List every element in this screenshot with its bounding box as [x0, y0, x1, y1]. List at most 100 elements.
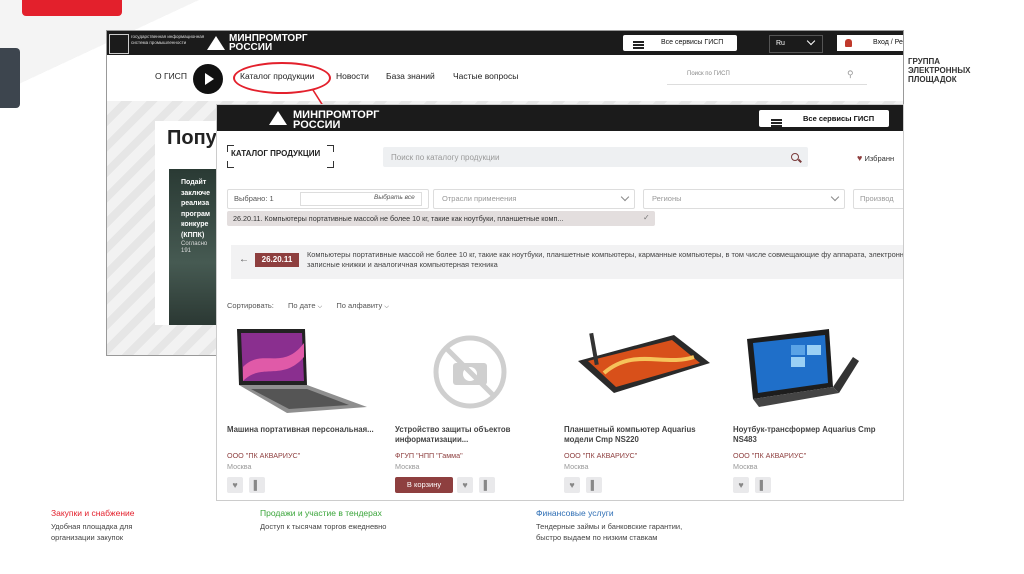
footer-text-line: Тендерные займы и банковские гарантии, — [536, 522, 683, 531]
footer-text: Доступ к тысячам торгов ежедневно — [260, 521, 386, 532]
site-search-input[interactable]: Поиск по ГИСП ⚲ — [667, 68, 867, 85]
user-icon — [845, 39, 852, 47]
convertible-laptop-image — [747, 329, 859, 407]
product-city: Москва — [733, 462, 758, 471]
top-bar: государственная информационная система п… — [107, 31, 903, 55]
favorite-heart-icon[interactable]: ♥ — [733, 477, 749, 493]
regions-filter-label: Регионы — [652, 194, 682, 203]
minpromtorg-logo-text: МИНПРОМТОРГ РОССИИ — [293, 110, 379, 131]
okpd-filter[interactable]: Выбрано: 1 Выбрать все — [227, 189, 429, 209]
footer-title[interactable]: Закупки и снабжение — [51, 508, 135, 518]
chevron-down-icon: ⌵ — [317, 304, 323, 310]
product-title[interactable]: Ноутбук-трансформер Aquarius Cmp NS483 — [733, 425, 883, 445]
menu-icon — [633, 42, 654, 49]
slide-side-tab — [0, 48, 20, 108]
nav-knowledge-base[interactable]: База знаний — [386, 71, 435, 81]
sort-by-date[interactable]: По дате ⌵ — [288, 301, 322, 310]
check-icon[interactable]: ✓ — [643, 213, 650, 222]
footer-title[interactable]: Продажи и участие в тендерах — [260, 508, 386, 518]
catalog-title[interactable]: КАТАЛОГ ПРОДУКЦИИ — [227, 145, 335, 168]
compare-chart-icon[interactable]: ▌ — [479, 477, 495, 493]
product-card[interactable]: Планшетный компьютер Aquarius модели Cmp… — [564, 327, 724, 497]
product-vendor[interactable]: ООО "ПК АКВАРИУС" — [227, 451, 300, 460]
play-video-button[interactable] — [193, 64, 223, 94]
search-icon[interactable] — [791, 153, 799, 161]
select-all-button[interactable]: Выбрать все — [374, 194, 415, 201]
footer-text: Тендерные займы и банковские гарантии, б… — [536, 521, 682, 543]
catalog-title-text: КАТАЛОГ ПРОДУКЦИИ — [231, 149, 321, 158]
favorite-heart-icon[interactable]: ♥ — [564, 477, 580, 493]
language-select[interactable]: Ru — [769, 35, 823, 53]
footer-column-procurement: Закупки и снабжение Удобная площадка для… — [51, 508, 135, 543]
application-filter[interactable]: Отрасли применения — [433, 189, 635, 209]
brand-caption-line: ПЛОЩАДОК — [908, 75, 957, 84]
search-icon[interactable]: ⚲ — [847, 69, 854, 80]
sort-row: Сортировать: По дате ⌵ По алфавиту ⌵ — [227, 301, 389, 311]
product-vendor[interactable]: ООО "ПК АКВАРИУС" — [733, 451, 806, 460]
product-city: Москва — [395, 462, 420, 471]
footer-column-finance: Финансовые услуги Тендерные займы и банк… — [536, 508, 682, 543]
all-services-label: Все сервисы ГИСП — [803, 114, 875, 123]
regions-filter[interactable]: Регионы — [643, 189, 845, 209]
heart-icon: ♥ — [857, 153, 863, 163]
news-subtext: Согласно 191 — [181, 241, 207, 255]
all-services-button[interactable]: Все сервисы ГИСП — [623, 35, 737, 51]
nav-faq[interactable]: Частые вопросы — [453, 71, 518, 81]
language-value: Ru — [776, 40, 785, 47]
add-to-cart-button[interactable]: В корзину — [395, 477, 453, 493]
login-button[interactable]: Вход / Ре — [837, 35, 903, 51]
catalog-search-placeholder: Поиск по каталогу продукции — [391, 153, 500, 162]
nav-news[interactable]: Новости — [336, 71, 369, 81]
minpromtorg-logo-icon — [207, 36, 225, 50]
compare-chart-icon[interactable]: ▌ — [249, 477, 265, 493]
compare-chart-icon[interactable]: ▌ — [755, 477, 771, 493]
product-city: Москва — [564, 462, 589, 471]
gisp-logo-icon[interactable] — [109, 34, 129, 54]
news-sub-line: 191 — [181, 248, 192, 254]
news-sub-line: Согласно — [181, 241, 208, 247]
footer-title[interactable]: Финансовые услуги — [536, 508, 682, 518]
application-filter-label: Отрасли применения — [442, 194, 517, 203]
compare-chart-icon[interactable]: ▌ — [586, 477, 602, 493]
sort-label: Сортировать: — [227, 301, 274, 310]
minpromtorg-logo-icon — [269, 111, 287, 125]
category-breadcrumb: ← 26.20.11 Компьютеры портативные массой… — [231, 245, 903, 279]
product-card[interactable]: Машина портативная персональная... ООО "… — [227, 327, 387, 497]
login-label: Вход / Ре — [873, 39, 903, 46]
favorites-link[interactable]: ♥ Избранн — [857, 153, 894, 163]
slide-red-tab — [22, 0, 122, 16]
chevron-down-icon — [830, 192, 840, 202]
producers-filter-label: Производ — [860, 194, 894, 203]
no-photo-icon — [433, 335, 507, 409]
minpromtorg-logo-text: МИНПРОМТОРГ РОССИИ — [229, 34, 308, 53]
brand-caption: ГРУППА ЭЛЕКТРОННЫХ ПЛОЩАДОК — [908, 57, 988, 84]
selected-okpd-chip[interactable]: 26.20.11. Компьютеры портативные массой … — [227, 211, 655, 226]
catalog-highlight-oval — [233, 62, 331, 94]
all-services-button[interactable]: Все сервисы ГИСП — [759, 110, 889, 127]
sort-by-alpha[interactable]: По алфавиту ⌵ — [336, 301, 389, 310]
product-vendor[interactable]: ООО "ПК АКВАРИУС" — [564, 451, 637, 460]
catalog-search-input[interactable]: Поиск по каталогу продукции — [383, 147, 808, 167]
producers-filter[interactable]: Производ — [853, 189, 903, 209]
product-title[interactable]: Планшетный компьютер Aquarius модели Cmp… — [564, 425, 714, 445]
all-services-label: Все сервисы ГИСП — [661, 39, 724, 46]
product-card[interactable]: Устройство защиты объектов информатизаци… — [395, 327, 555, 497]
favorites-label: Избранн — [864, 154, 895, 163]
footer-text-line: организации закупок — [51, 533, 124, 542]
menu-icon — [771, 118, 792, 127]
product-title[interactable]: Машина портативная персональная... — [227, 425, 377, 435]
product-card[interactable]: Ноутбук-трансформер Aquarius Cmp NS483 О… — [733, 327, 893, 497]
tablet-image — [578, 332, 710, 393]
chip-text: 26.20.11. Компьютеры портативные массой … — [233, 214, 564, 223]
product-title[interactable]: Устройство защиты объектов информатизаци… — [395, 425, 545, 445]
footer-text-line: быстро выдаем по низким ставкам — [536, 533, 658, 542]
product-vendor[interactable]: ФГУП "НПП "Гамма" — [395, 451, 463, 460]
nav-about[interactable]: О ГИСП — [155, 71, 187, 81]
logo-line: РОССИИ — [229, 42, 273, 53]
footer-text: Удобная площадка для организации закупок — [51, 521, 135, 543]
favorite-heart-icon[interactable]: ♥ — [457, 477, 473, 493]
footer-column-sales: Продажи и участие в тендерах Доступ к ты… — [260, 508, 386, 532]
favorite-heart-icon[interactable]: ♥ — [227, 477, 243, 493]
chevron-down-icon: ⌵ — [384, 304, 389, 310]
back-arrow-icon[interactable]: ← — [239, 254, 249, 265]
